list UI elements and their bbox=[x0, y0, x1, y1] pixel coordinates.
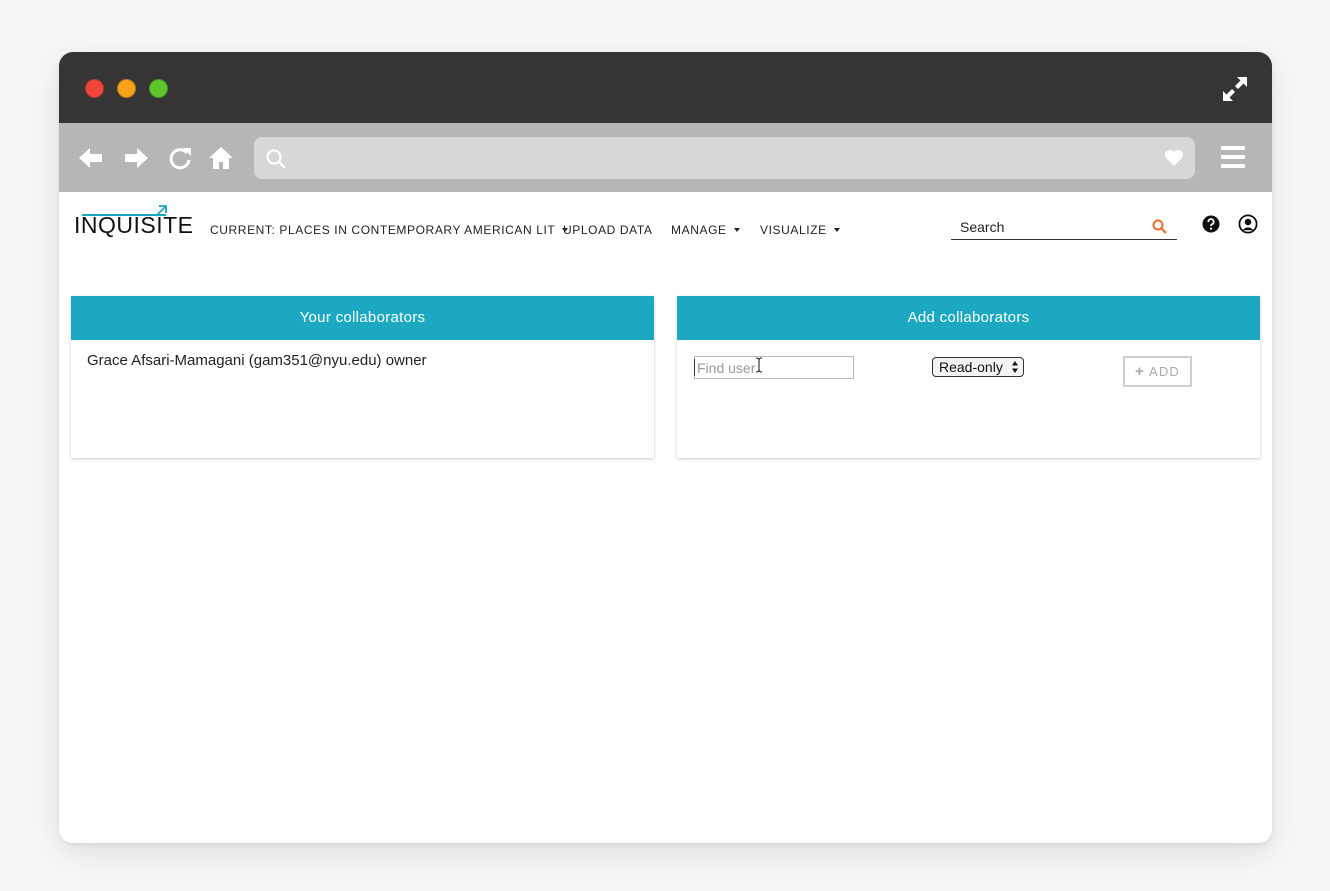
nav-visualize-label: VISUALIZE bbox=[760, 223, 827, 237]
back-arrow-icon[interactable] bbox=[77, 144, 105, 172]
menu-icon[interactable] bbox=[1221, 146, 1245, 168]
fullscreen-icon[interactable] bbox=[1220, 74, 1250, 104]
close-window-button[interactable] bbox=[85, 79, 104, 98]
search-icon[interactable] bbox=[1152, 219, 1167, 234]
nav-current-dropdown[interactable]: CURRENT: PLACES IN CONTEMPORARY AMERICAN… bbox=[210, 223, 569, 237]
add-button-label: ADD bbox=[1148, 364, 1181, 379]
collaborator-item: Grace Afsari-Mamagani (gam351@nyu.edu) o… bbox=[87, 352, 427, 369]
nav-upload-label: UPLOAD DATA bbox=[563, 223, 653, 237]
panel-title: Your collaborators bbox=[71, 296, 654, 340]
address-bar[interactable] bbox=[254, 137, 1195, 179]
plus-icon: + bbox=[1134, 363, 1145, 380]
caret-down-icon bbox=[833, 228, 840, 232]
caret-down-icon bbox=[733, 228, 740, 232]
help-icon[interactable] bbox=[1202, 215, 1220, 233]
app-content: INQUISITE CURRENT: PLACES IN CONTEMPORAR… bbox=[59, 192, 1272, 843]
nav-manage-label: MANAGE bbox=[671, 223, 727, 237]
add-collaborators-panel: Add collaborators Read-only + ADD bbox=[677, 296, 1260, 458]
your-collaborators-panel: Your collaborators Grace Afsari-Mamagani… bbox=[71, 296, 654, 458]
forward-arrow-icon[interactable] bbox=[122, 144, 150, 172]
text-cursor bbox=[694, 359, 695, 376]
permission-select[interactable]: Read-only bbox=[932, 357, 1024, 377]
select-arrows-icon bbox=[1012, 361, 1018, 373]
permission-selected-value: Read-only bbox=[939, 359, 1003, 375]
app-search-input[interactable] bbox=[951, 216, 1141, 238]
browser-window: INQUISITE CURRENT: PLACES IN CONTEMPORAR… bbox=[59, 52, 1272, 843]
app-search bbox=[951, 216, 1177, 240]
minimize-window-button[interactable] bbox=[117, 79, 136, 98]
user-account-icon[interactable] bbox=[1238, 214, 1258, 234]
home-icon[interactable] bbox=[207, 144, 235, 172]
ibeam-cursor-icon bbox=[755, 357, 763, 373]
reload-icon[interactable] bbox=[166, 144, 194, 172]
browser-toolbar bbox=[59, 123, 1272, 192]
logo[interactable]: INQUISITE bbox=[74, 204, 193, 238]
nav-visualize-dropdown[interactable]: VISUALIZE bbox=[760, 223, 840, 237]
logo-text: INQUISITE bbox=[74, 212, 194, 238]
add-collaborator-button[interactable]: + ADD bbox=[1123, 356, 1192, 387]
title-bar bbox=[59, 52, 1272, 123]
search-icon bbox=[266, 149, 286, 169]
zoom-window-button[interactable] bbox=[149, 79, 168, 98]
find-user-input[interactable] bbox=[694, 356, 854, 379]
nav-current-label: CURRENT: PLACES IN CONTEMPORARY AMERICAN… bbox=[210, 223, 556, 237]
heart-icon[interactable] bbox=[1164, 149, 1184, 167]
nav-manage-dropdown[interactable]: MANAGE bbox=[671, 223, 740, 237]
panel-title: Add collaborators bbox=[677, 296, 1260, 340]
nav-upload-data[interactable]: UPLOAD DATA bbox=[563, 223, 653, 237]
